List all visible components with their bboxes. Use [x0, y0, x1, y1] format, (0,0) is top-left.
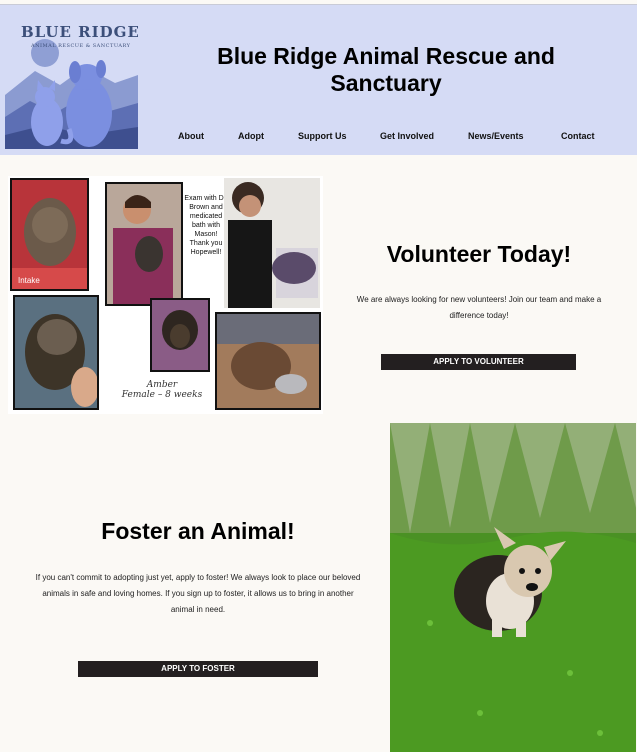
puppy-bowl-photo	[215, 312, 321, 410]
exam-note: Exam with Dr. Brown and medicated bath w…	[184, 195, 228, 256]
exam-photo	[105, 182, 183, 306]
nav-item-get-involved[interactable]: Get Involved	[380, 131, 434, 141]
amber-age: Female – 8 weeks	[121, 390, 203, 400]
volunteer-title: Volunteer Today!	[386, 241, 572, 267]
apply-volunteer-button[interactable]: Apply to Volunteer	[381, 354, 576, 370]
foster-dog-photo	[390, 423, 636, 752]
nav-item-news-events[interactable]: News/Events	[468, 131, 524, 141]
site-header: BLUE RIDGE ANIMAL RESCUE & SANCTUARY Blu…	[0, 4, 637, 155]
intake-label: Intake	[18, 276, 40, 285]
foster-title: Foster an Animal!	[101, 518, 295, 544]
apply-foster-button[interactable]: Apply to Foster	[78, 661, 318, 677]
amber-name: Amber	[146, 380, 178, 390]
site-title: Blue Ridge Animal Rescue and Sanctuary	[217, 43, 555, 96]
nav-item-adopt[interactable]: Adopt	[238, 131, 264, 141]
nav-item-support-us[interactable]: Support Us	[298, 131, 347, 141]
bath-photo	[224, 178, 320, 308]
logo-subtitle: ANIMAL RESCUE & SANCTUARY	[31, 43, 131, 49]
amber-caption: Amber Female – 8 weeks	[112, 380, 212, 400]
intake-photo: Intake	[10, 178, 89, 291]
nav-item-about[interactable]: About	[178, 131, 204, 141]
puppy-held-photo	[13, 295, 99, 410]
puppy-towel-photo	[150, 298, 210, 372]
volunteer-photo-collage: Intake Exam with Dr. Brown and medicated…	[8, 176, 323, 414]
foster-text: If you can't commit to adopting just yet…	[35, 573, 361, 614]
nav-item-contact[interactable]: Contact	[561, 131, 595, 141]
site-logo[interactable]: BLUE RIDGE ANIMAL RESCUE & SANCTUARY	[5, 17, 138, 149]
main-nav: About Adopt Support Us Get Involved News…	[0, 131, 637, 145]
logo-title: BLUE RIDGE	[21, 23, 138, 41]
volunteer-text: We are always looking for new volunteers…	[356, 295, 602, 320]
